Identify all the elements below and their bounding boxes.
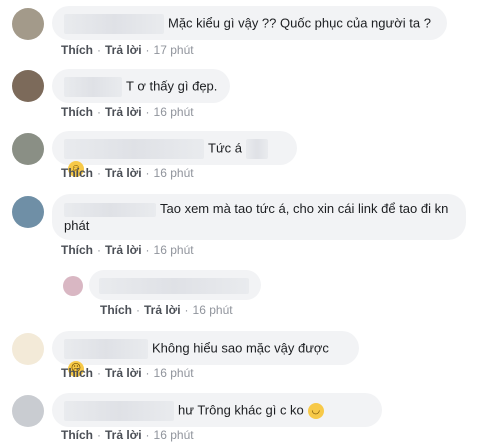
reply-link[interactable]: Trả lời xyxy=(105,166,142,180)
like-link[interactable]: Thích xyxy=(61,166,93,180)
reply-link[interactable]: Trả lời xyxy=(144,303,181,317)
reply-bubble xyxy=(89,270,261,300)
avatar[interactable] xyxy=(12,70,44,102)
comment-text: hư xyxy=(178,402,194,418)
avatar[interactable] xyxy=(12,196,44,228)
redacted-name xyxy=(64,77,122,97)
timestamp[interactable]: 16 phút xyxy=(154,166,194,180)
redacted-name xyxy=(64,401,174,421)
timestamp[interactable]: 16 phút xyxy=(154,428,194,442)
avatar[interactable] xyxy=(12,395,44,427)
comment-actions: Thích · Trả lời · 16 phút xyxy=(61,366,194,380)
timestamp[interactable]: 16 phút xyxy=(154,243,194,257)
comment-text: Trông khác gì c ko xyxy=(197,402,304,418)
like-link[interactable]: Thích xyxy=(61,428,93,442)
comment-actions: Thích · Trả lời · 16 phút xyxy=(61,105,194,119)
comment-actions: Thích · Trả lời · 16 phút xyxy=(61,243,194,257)
comment-text: Không hiểu sao mặc vậy được xyxy=(152,340,329,356)
comment-text: Mặc kiểu gì vậy ?? Quốc phục của người t… xyxy=(168,15,431,31)
comment-bubble: Tức á☺ xyxy=(52,131,297,177)
redacted-text xyxy=(246,139,268,159)
comment-bubble: Mặc kiểu gì vậy ?? Quốc phục của người t… xyxy=(52,6,447,40)
comment-text: Tức á xyxy=(208,140,242,156)
timestamp[interactable]: 16 phút xyxy=(154,105,194,119)
like-link[interactable]: Thích xyxy=(61,243,93,257)
reply-actions: Thích · Trả lời · 16 phút xyxy=(100,303,233,317)
comment-actions: Thích · Trả lời · 16 phút xyxy=(61,166,194,180)
redacted-name xyxy=(64,139,204,159)
redacted-name xyxy=(99,277,249,294)
comment-text: T ơ thấy gì đẹp. xyxy=(126,78,218,94)
timestamp[interactable]: 16 phút xyxy=(154,366,194,380)
comment-bubble: Không hiểu sao mặc vậy được☹ xyxy=(52,331,359,377)
comment-actions: Thích · Trả lời · 17 phút xyxy=(61,43,194,57)
comment-bubble: hư Trông khác gì c ko ◡ xyxy=(52,393,382,427)
timestamp[interactable]: 16 phút xyxy=(193,303,233,317)
avatar[interactable] xyxy=(12,333,44,365)
redacted-name xyxy=(64,14,164,34)
avatar[interactable] xyxy=(12,8,44,40)
reply-link[interactable]: Trả lời xyxy=(105,43,142,57)
like-link[interactable]: Thích xyxy=(61,43,93,57)
like-link[interactable]: Thích xyxy=(100,303,132,317)
like-link[interactable]: Thích xyxy=(61,105,93,119)
avatar[interactable] xyxy=(63,276,83,296)
reply-link[interactable]: Trả lời xyxy=(105,366,142,380)
avatar[interactable] xyxy=(12,133,44,165)
like-link[interactable]: Thích xyxy=(61,366,93,380)
reply-link[interactable]: Trả lời xyxy=(105,105,142,119)
redacted-name xyxy=(64,202,156,217)
timestamp[interactable]: 17 phút xyxy=(154,43,194,57)
upside-down-emoji-icon: ◡ xyxy=(307,403,324,419)
reply-link[interactable]: Trả lời xyxy=(105,428,142,442)
comment-bubble: Tao xem mà tao tức á, cho xin cái link đ… xyxy=(52,194,466,240)
reply-link[interactable]: Trả lời xyxy=(105,243,142,257)
redacted-name xyxy=(64,339,148,359)
comment-bubble: T ơ thấy gì đẹp. xyxy=(52,69,230,103)
comment-actions: Thích · Trả lời · 16 phút xyxy=(61,428,194,442)
